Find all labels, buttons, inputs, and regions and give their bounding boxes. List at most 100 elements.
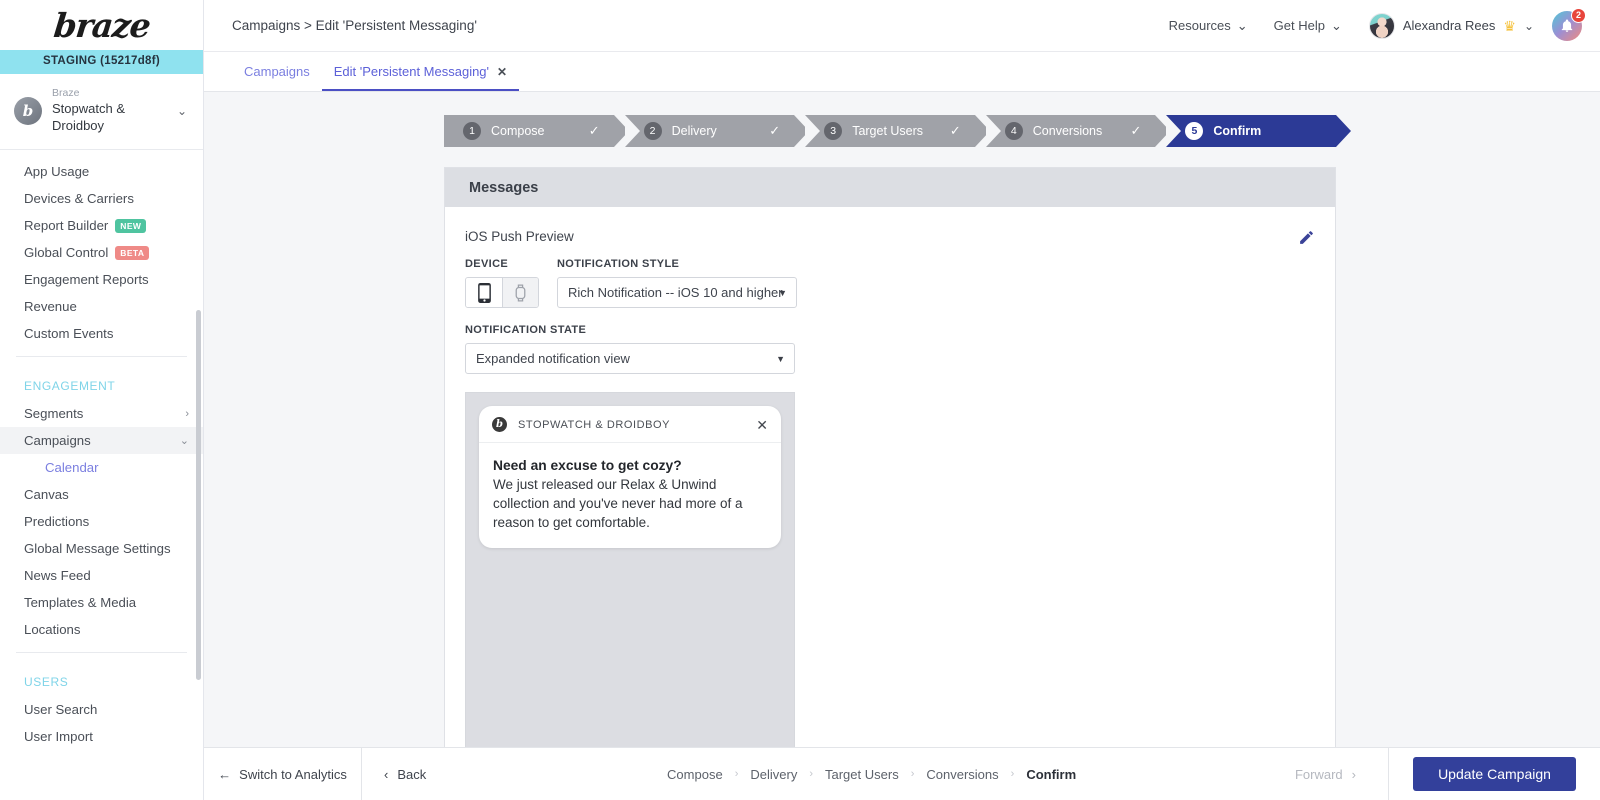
chevron-right-icon: › bbox=[1352, 767, 1356, 782]
content-area: 1 Compose ✓ 2 Delivery ✓ 3 Target Users … bbox=[204, 92, 1600, 800]
workspace-app-group: Stopwatch & Droidboy bbox=[52, 100, 167, 134]
footer-crumb-confirm[interactable]: Confirm bbox=[1026, 767, 1076, 782]
tab-label: Edit 'Persistent Messaging' bbox=[334, 64, 489, 79]
app-icon: b bbox=[492, 417, 507, 432]
device-label: DEVICE bbox=[465, 258, 539, 270]
notification-style-label: NOTIFICATION STYLE bbox=[557, 258, 797, 270]
step-label: Conversions bbox=[1033, 124, 1102, 138]
back-button[interactable]: ‹ Back bbox=[362, 767, 448, 782]
preview-title: iOS Push Preview bbox=[465, 229, 1311, 244]
workspace-selector[interactable]: b Braze Stopwatch & Droidboy ⌄ bbox=[0, 74, 203, 150]
switch-to-analytics-button[interactable]: ← Switch to Analytics bbox=[204, 748, 362, 800]
footer-crumb-compose[interactable]: Compose bbox=[667, 767, 723, 782]
sidebar-item-custom-events[interactable]: Custom Events bbox=[0, 320, 203, 347]
chevron-right-icon: › bbox=[735, 768, 739, 780]
notification-style-field: NOTIFICATION STYLE Rich Notification -- … bbox=[557, 258, 797, 308]
chevron-right-icon: › bbox=[911, 768, 915, 780]
workspace-avatar: b bbox=[14, 97, 42, 125]
update-campaign-label: Update Campaign bbox=[1438, 766, 1551, 782]
notification-style-select[interactable]: Rich Notification -- iOS 10 and higher ▼ bbox=[557, 277, 797, 308]
wizard-step-confirm[interactable]: 5 Confirm bbox=[1166, 115, 1336, 147]
wizard-steps: 1 Compose ✓ 2 Delivery ✓ 3 Target Users … bbox=[444, 115, 1336, 147]
footer-crumb-conversions[interactable]: Conversions bbox=[926, 767, 998, 782]
messages-card-title: Messages bbox=[445, 168, 1335, 207]
close-icon[interactable]: ✕ bbox=[756, 418, 768, 432]
get-help-label: Get Help bbox=[1274, 18, 1325, 33]
sidebar-item-global-control[interactable]: Global Control BETA bbox=[0, 239, 203, 266]
forward-label: Forward bbox=[1295, 767, 1343, 782]
step-number: 4 bbox=[1005, 122, 1023, 140]
pencil-icon[interactable] bbox=[1298, 229, 1315, 246]
sidebar-item-campaigns[interactable]: Campaigns ⌄ bbox=[0, 427, 203, 454]
sidebar-item-devices-carriers[interactable]: Devices & Carriers bbox=[0, 185, 203, 212]
get-help-menu[interactable]: Get Help ⌄ bbox=[1261, 18, 1355, 34]
chevron-down-icon: ⌄ bbox=[177, 104, 191, 118]
forward-button[interactable]: Forward › bbox=[1295, 767, 1378, 782]
push-notification-body: Need an excuse to get cozy? We just rele… bbox=[479, 443, 781, 548]
wizard-step-target-users[interactable]: 3 Target Users ✓ bbox=[805, 115, 975, 147]
chevron-down-icon: ⌄ bbox=[1524, 19, 1534, 33]
sidebar-item-locations[interactable]: Locations bbox=[0, 616, 203, 643]
check-icon: ✓ bbox=[589, 123, 600, 139]
sidebar-item-user-search[interactable]: User Search bbox=[0, 696, 203, 723]
notification-state-select[interactable]: Expanded notification view ▼ bbox=[465, 343, 795, 374]
sidebar-item-global-message-settings[interactable]: Global Message Settings bbox=[0, 535, 203, 562]
phone-icon[interactable] bbox=[466, 278, 502, 307]
step-label: Target Users bbox=[852, 124, 923, 138]
tab-campaigns[interactable]: Campaigns bbox=[232, 64, 322, 91]
tab-edit-persistent-messaging[interactable]: Edit 'Persistent Messaging' ✕ bbox=[322, 64, 519, 91]
step-number: 1 bbox=[463, 122, 481, 140]
check-icon: ✓ bbox=[950, 123, 961, 139]
resources-menu[interactable]: Resources ⌄ bbox=[1156, 18, 1261, 34]
step-number: 2 bbox=[644, 122, 662, 140]
sidebar-item-app-usage[interactable]: App Usage bbox=[0, 158, 203, 185]
sidebar-subitem-calendar[interactable]: Calendar bbox=[0, 454, 203, 481]
notifications-button[interactable]: 2 bbox=[1552, 11, 1582, 41]
update-campaign-button[interactable]: Update Campaign bbox=[1413, 757, 1576, 791]
chevron-down-icon: ⌄ bbox=[1237, 18, 1248, 34]
notification-style-value: Rich Notification -- iOS 10 and higher bbox=[568, 285, 783, 300]
chevron-down-icon: ⌄ bbox=[1331, 18, 1342, 34]
sidebar-item-segments[interactable]: Segments › bbox=[0, 400, 203, 427]
wizard-step-compose[interactable]: 1 Compose ✓ bbox=[444, 115, 614, 147]
notification-count-badge: 2 bbox=[1571, 8, 1586, 23]
push-preview-screen: b STOPWATCH & DROIDBOY ✕ Need an excuse … bbox=[465, 392, 795, 762]
push-body-text: We just released our Relax & Unwind coll… bbox=[493, 475, 767, 532]
sidebar-item-label: Report Builder bbox=[24, 218, 108, 233]
close-icon[interactable]: ✕ bbox=[497, 65, 507, 79]
sidebar-item-user-import[interactable]: User Import bbox=[0, 723, 203, 750]
footer-crumb-target-users[interactable]: Target Users bbox=[825, 767, 899, 782]
resources-label: Resources bbox=[1169, 18, 1231, 33]
watch-icon[interactable] bbox=[502, 278, 538, 307]
sidebar-item-templates-media[interactable]: Templates & Media bbox=[0, 589, 203, 616]
footer-crumb-delivery[interactable]: Delivery bbox=[750, 767, 797, 782]
sidebar-scrollbar[interactable] bbox=[196, 310, 201, 680]
sidebar-item-label: News Feed bbox=[24, 568, 91, 583]
sidebar-item-engagement-reports[interactable]: Engagement Reports bbox=[0, 266, 203, 293]
tab-bar: Campaigns Edit 'Persistent Messaging' ✕ bbox=[204, 52, 1600, 92]
wizard-step-conversions[interactable]: 4 Conversions ✓ bbox=[986, 115, 1156, 147]
notification-state-value: Expanded notification view bbox=[476, 351, 630, 366]
braze-logo-text: braze bbox=[52, 6, 152, 45]
sidebar-item-canvas[interactable]: Canvas bbox=[0, 481, 203, 508]
chevron-down-icon: ▼ bbox=[778, 288, 787, 298]
sidebar-item-predictions[interactable]: Predictions bbox=[0, 508, 203, 535]
braze-logo[interactable]: braze bbox=[0, 0, 203, 50]
chevron-left-icon: ‹ bbox=[384, 767, 388, 782]
sidebar-item-label: Locations bbox=[24, 622, 80, 637]
sidebar-item-label: Templates & Media bbox=[24, 595, 136, 610]
messages-card: Messages iOS Push Preview DEVICE bbox=[444, 167, 1336, 763]
sidebar-item-revenue[interactable]: Revenue bbox=[0, 293, 203, 320]
wizard-step-delivery[interactable]: 2 Delivery ✓ bbox=[625, 115, 795, 147]
sidebar-subitem-label: Calendar bbox=[45, 460, 99, 475]
back-label: Back bbox=[397, 767, 426, 782]
step-number: 5 bbox=[1185, 122, 1203, 140]
sidebar-item-report-builder[interactable]: Report Builder NEW bbox=[0, 212, 203, 239]
sidebar-item-label: Custom Events bbox=[24, 326, 113, 341]
step-label: Delivery bbox=[672, 124, 717, 138]
push-notification-card[interactable]: b STOPWATCH & DROIDBOY ✕ Need an excuse … bbox=[479, 406, 781, 548]
sidebar-item-news-feed[interactable]: News Feed bbox=[0, 562, 203, 589]
sidebar-nav: App Usage Devices & Carriers Report Buil… bbox=[0, 150, 203, 800]
switch-to-analytics-label: Switch to Analytics bbox=[239, 767, 347, 782]
user-menu[interactable]: Alexandra Rees ♛ ⌄ bbox=[1355, 13, 1546, 39]
